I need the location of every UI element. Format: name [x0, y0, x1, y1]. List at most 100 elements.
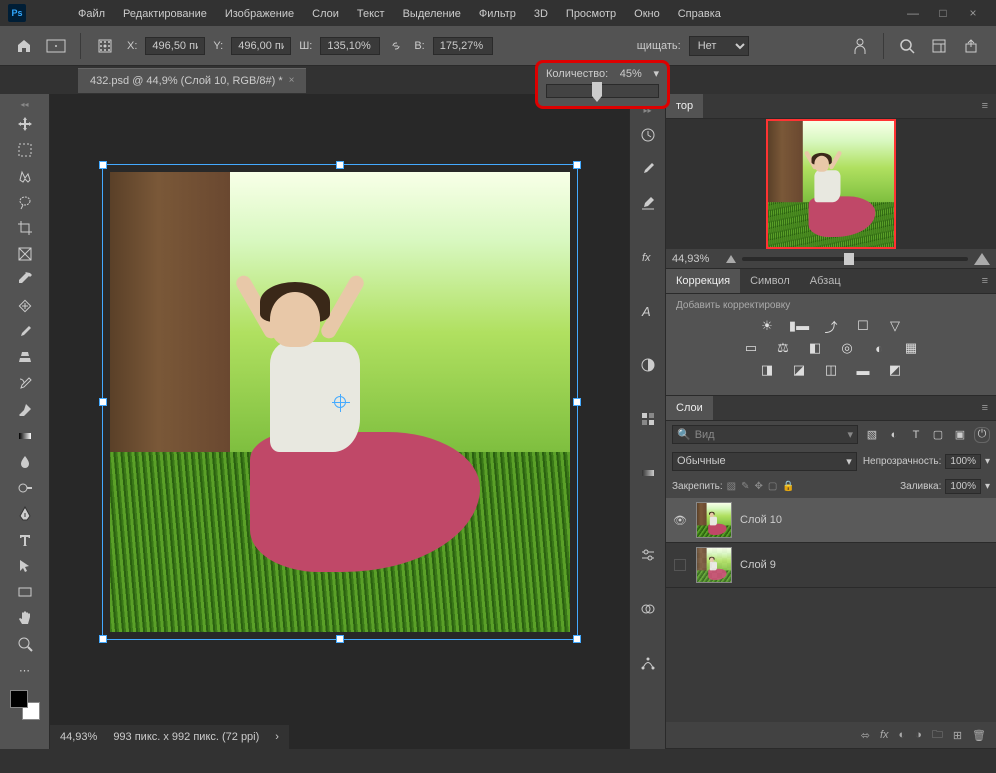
- status-doc-info[interactable]: 993 пикс. x 992 пикс. (72 ppi): [113, 731, 259, 743]
- brush-tool[interactable]: [8, 320, 42, 344]
- swatches-panel-icon[interactable]: [635, 406, 661, 432]
- hue-icon[interactable]: ▭: [740, 339, 762, 357]
- transform-center[interactable]: [334, 396, 346, 408]
- w-input[interactable]: [320, 37, 380, 55]
- layer-thumbnail[interactable]: [696, 502, 732, 538]
- brightness-icon[interactable]: ☀: [756, 317, 778, 335]
- bw-icon[interactable]: ◧: [804, 339, 826, 357]
- search-icon[interactable]: [894, 33, 920, 59]
- share-icon[interactable]: [958, 33, 984, 59]
- navigator-zoom-slider[interactable]: [742, 257, 968, 261]
- skin-tone-icon[interactable]: [847, 33, 873, 59]
- invert-icon[interactable]: ◨: [756, 361, 778, 379]
- handle-mr[interactable]: [573, 398, 581, 406]
- layer-name[interactable]: Слой 10: [740, 514, 782, 526]
- filter-pixel-icon[interactable]: ▧: [864, 427, 880, 443]
- menu-layer[interactable]: Слои: [304, 4, 347, 24]
- blend-mode-select[interactable]: Обычные ▾: [672, 452, 857, 471]
- menu-select[interactable]: Выделение: [395, 4, 469, 24]
- gradients-panel-icon[interactable]: [635, 460, 661, 486]
- menu-3d[interactable]: 3D: [526, 4, 556, 24]
- layer-name[interactable]: Слой 9: [740, 559, 776, 571]
- new-group-icon[interactable]: 🗀: [932, 726, 943, 745]
- quick-select-tool[interactable]: [8, 190, 42, 214]
- menu-edit[interactable]: Редактирование: [115, 4, 215, 24]
- handle-tl[interactable]: [99, 161, 107, 169]
- healing-tool[interactable]: [8, 294, 42, 318]
- exposure-icon[interactable]: ☐: [852, 317, 874, 335]
- layer-row[interactable]: 👁 Слой 10: [666, 498, 996, 543]
- layers-tab[interactable]: Слои: [666, 396, 713, 420]
- menu-view[interactable]: Просмотр: [558, 4, 624, 24]
- lock-paint-icon[interactable]: ✎: [741, 481, 749, 492]
- path-select-tool[interactable]: [8, 554, 42, 578]
- dodge-tool[interactable]: [8, 476, 42, 500]
- layer-visibility-icon[interactable]: 👁: [672, 514, 688, 527]
- toolbox-collapse-icon[interactable]: ◂◂: [0, 100, 49, 110]
- gradient-map-icon[interactable]: ▬: [852, 361, 874, 379]
- filter-smart-icon[interactable]: ▣: [952, 427, 968, 443]
- h-input[interactable]: [433, 37, 493, 55]
- transform-bounding-box[interactable]: [102, 164, 578, 640]
- paths-panel-icon[interactable]: [635, 650, 661, 676]
- hand-tool[interactable]: [8, 606, 42, 630]
- layer-thumbnail[interactable]: [696, 547, 732, 583]
- layer-filter-search[interactable]: 🔍 Вид ▾: [672, 425, 858, 444]
- fill-chevron-icon[interactable]: ▾: [985, 481, 990, 492]
- move-tool[interactable]: [8, 112, 42, 136]
- minimize-button[interactable]: —: [898, 3, 928, 23]
- fg-color-swatch[interactable]: [10, 690, 28, 708]
- menu-type[interactable]: Текст: [349, 4, 393, 24]
- new-layer-icon[interactable]: ⊞: [953, 729, 962, 742]
- character-tab[interactable]: Символ: [740, 269, 800, 293]
- handle-bc[interactable]: [336, 635, 344, 643]
- history-panel-icon[interactable]: [635, 122, 661, 148]
- navigator-zoom-handle[interactable]: [844, 253, 854, 265]
- menu-image[interactable]: Изображение: [217, 4, 302, 24]
- channels-panel-icon[interactable]: [635, 596, 661, 622]
- levels-icon[interactable]: ▮▬: [788, 317, 810, 335]
- filter-type-icon[interactable]: T: [908, 427, 924, 443]
- opacity-chevron-icon[interactable]: ▾: [985, 456, 990, 467]
- close-button[interactable]: ×: [958, 3, 988, 23]
- reference-point-icon[interactable]: [91, 34, 119, 58]
- handle-bl[interactable]: [99, 635, 107, 643]
- zoom-out-icon[interactable]: [726, 255, 736, 263]
- eraser-tool[interactable]: [8, 398, 42, 422]
- link-layers-icon[interactable]: ⬄: [861, 729, 870, 742]
- protect-select[interactable]: Нет: [689, 36, 749, 56]
- lock-all-icon[interactable]: 🔒: [782, 481, 794, 492]
- marquee-tool[interactable]: [8, 138, 42, 162]
- adjustments-tab[interactable]: Коррекция: [666, 269, 740, 293]
- blur-tool[interactable]: [8, 450, 42, 474]
- navigator-thumbnail[interactable]: [766, 119, 896, 249]
- navigator-tab[interactable]: тор: [666, 94, 703, 118]
- document-tab[interactable]: 432.psd @ 44,9% (Слой 10, RGB/8#) * ×: [78, 68, 306, 93]
- edit-toolbar-icon[interactable]: ⋯: [8, 658, 42, 682]
- navigator-zoom-value[interactable]: 44,93%: [672, 253, 720, 265]
- tab-close-icon[interactable]: ×: [289, 75, 295, 86]
- workspace-icon[interactable]: [926, 33, 952, 59]
- canvas-area[interactable]: 44,93% 993 пикс. x 992 пикс. (72 ppi) ›: [50, 94, 629, 749]
- pen-tool[interactable]: [8, 502, 42, 526]
- selective-color-icon[interactable]: ◩: [884, 361, 906, 379]
- color-balance-icon[interactable]: ⚖: [772, 339, 794, 357]
- filter-shape-icon[interactable]: ▢: [930, 427, 946, 443]
- layers-menu-icon[interactable]: ≡: [974, 398, 996, 418]
- adjust-settings-icon[interactable]: [635, 542, 661, 568]
- status-chevron-icon[interactable]: ›: [275, 731, 279, 743]
- vibrance-icon[interactable]: ▽: [884, 317, 906, 335]
- color-panel-icon[interactable]: [635, 352, 661, 378]
- handle-tc[interactable]: [336, 161, 344, 169]
- opacity-value[interactable]: 100%: [945, 454, 981, 469]
- layer-mask-icon[interactable]: ◐: [899, 729, 906, 741]
- adjustments-menu-icon[interactable]: ≡: [974, 271, 996, 291]
- rectangle-tool[interactable]: [8, 580, 42, 604]
- paragraph-tab[interactable]: Абзац: [800, 269, 851, 293]
- new-fill-icon[interactable]: ◑: [915, 729, 922, 741]
- amount-slider-handle[interactable]: [592, 82, 602, 96]
- type-tool[interactable]: [8, 528, 42, 552]
- channel-mixer-icon[interactable]: ◐: [868, 339, 890, 357]
- history-brush-tool[interactable]: [8, 372, 42, 396]
- color-lookup-icon[interactable]: ▦: [900, 339, 922, 357]
